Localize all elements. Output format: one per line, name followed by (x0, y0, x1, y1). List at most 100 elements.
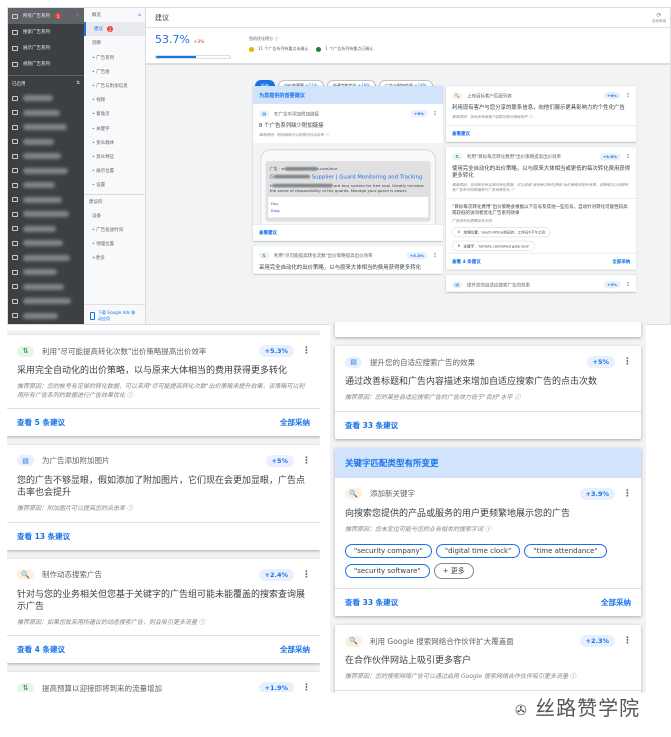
search-campaigns-item[interactable]: 搜索广告系列 (8, 24, 84, 40)
card-title: 提高预算以迎接即将到来的流量增加 (42, 683, 162, 692)
uplift-badge: +5.3% (258, 345, 294, 357)
view-recommendations-link[interactable]: 查看 13 条建议 (17, 531, 70, 542)
blurred-name (23, 196, 62, 203)
more-options-icon[interactable]: ⋮ (623, 357, 632, 367)
apply-all-button[interactable]: 全部采纳 (601, 597, 631, 608)
keyword-chip[interactable]: "time attendance" (524, 544, 607, 559)
campaign-item[interactable] (8, 251, 84, 266)
more-options-icon[interactable]: ⋮ (432, 111, 437, 117)
view-recommendations-link[interactable]: 查看 5 条建议 (17, 417, 65, 428)
sitelink[interactable]: Blog (271, 207, 425, 214)
nav-item[interactable]: • 设置 (84, 178, 145, 192)
nav-item[interactable]: • 受众特征 (84, 150, 145, 164)
display-campaigns-item[interactable]: 展示广告系列 (8, 40, 84, 56)
view-recommendations-link[interactable]: 查看建议 (259, 229, 277, 236)
card-title: 利用"目标每次转化费用"出价策略提高出价效率 (467, 153, 562, 160)
view-recommendations-link[interactable]: 查看 4 条建议 (17, 644, 65, 655)
more-options-icon[interactable]: ⋮ (302, 570, 311, 580)
view-recommendations-link[interactable]: 查看 33 条建议 (345, 597, 398, 608)
more-options-icon[interactable]: ⋮ (623, 489, 632, 499)
campaign-item[interactable] (8, 164, 84, 179)
ad-label: 广告 · w (269, 166, 285, 171)
more-keywords-button[interactable]: + 更多 (433, 563, 474, 580)
campaign-item[interactable] (8, 265, 84, 280)
nav-item[interactable]: • 展示位置 (84, 164, 145, 178)
more-options-icon[interactable]: ⋮ (625, 93, 630, 99)
more-options-icon[interactable]: ⋮ (625, 154, 630, 160)
view-recommendations-link[interactable]: 查看建议 (452, 130, 470, 137)
card-body: 采用完全自动化的出价策略，以与原来大体相当的费用获得更多转化 (17, 366, 288, 376)
nav-item[interactable]: • 受众群体 (84, 136, 145, 150)
recommendation-group: 关键字匹配类型有所变更 🔍 添加新关键字 +3.9% ⋮ 向搜索您提供的产品或服务的用户更… (335, 447, 641, 617)
keyword-chip[interactable]: "security company" (345, 544, 432, 559)
bidding-icon: ⇅ (17, 345, 34, 357)
search-icon (12, 313, 18, 319)
apply-all-button[interactable]: 全部采纳 (612, 258, 630, 265)
more-options-icon[interactable]: ⋮ (625, 282, 630, 288)
card-header: ▤ 提升您的自适应搜索广告的效果 +5% ⋮ (446, 275, 636, 292)
apply-all-button[interactable]: 全部采纳 (280, 417, 310, 428)
nav-item-label: 建议 (94, 27, 103, 33)
sitelink[interactable]: Faq (271, 200, 425, 207)
campaign-item[interactable] (8, 120, 84, 135)
campaign-item[interactable] (8, 149, 84, 164)
uplift-badge: +6% (410, 110, 428, 118)
campaign-item[interactable] (8, 207, 84, 222)
keyword-chip[interactable]: "security software" (345, 564, 430, 579)
apply-all-button[interactable]: 全部采纳 (280, 644, 310, 655)
uplift-badge: +5% (603, 281, 621, 289)
video-campaigns-item[interactable]: 视频广告系列 (8, 56, 84, 72)
top-right-column: 🔍 上传目标客户匹配列表 +6% ⋮ 利用现有客户与您分享的联系信息，向他们展示更具影响… (446, 86, 637, 297)
card-body: 采用完全自动化的出价策略，以与原来大体相当的费用获得更多转化 (259, 264, 422, 271)
nav-item[interactable]: • 视频 (84, 93, 145, 107)
campaign-item[interactable] (8, 178, 84, 193)
nav-item[interactable]: 洞察 (84, 36, 145, 50)
recommendation-card: ▤ 提升您的自适应搜索广告的效果 +5% ⋮ (446, 275, 637, 292)
more-options-icon[interactable]: ⋮ (623, 636, 632, 646)
more-options-icon[interactable]: ⋮ (302, 456, 311, 466)
blurred-name (23, 283, 64, 290)
campaign-item[interactable] (8, 222, 84, 237)
nav-item[interactable]: 概览 ⌂ (84, 8, 145, 22)
campaign-item[interactable] (8, 91, 84, 106)
card-title: 提升您的自适应搜索广告的效果 (370, 357, 475, 367)
nav-item[interactable]: 建议 2 (84, 22, 145, 37)
campaign-item[interactable] (8, 280, 84, 295)
nav-item[interactable]: • 着陆页 (84, 107, 145, 121)
view-recommendations-link[interactable]: 查看 4 条建议 (452, 258, 481, 265)
nav-item[interactable]: • 广告与附加信息 (84, 79, 145, 93)
nav-item-label: • 地理位置 (92, 242, 115, 248)
search-icon (12, 29, 18, 35)
sort-icon[interactable]: ⇅ (76, 81, 80, 86)
campaign-item[interactable] (8, 309, 84, 324)
campaign-item[interactable] (8, 106, 84, 121)
nav-item[interactable]: • 广告投放时间 (84, 223, 145, 237)
ad-title[interactable]: G Supplier | Guard Monitoring and Tracki… (270, 174, 427, 180)
alert-badge: 1 (55, 13, 61, 19)
view-recommendations-link[interactable]: 查看 33 条建议 (345, 420, 398, 431)
page-header: 建议 ⟳ 自动采纳 (146, 8, 670, 28)
more-options-icon[interactable]: ⋮ (302, 346, 311, 356)
all-campaigns-item[interactable]: 所有广告系列 1 ⋮ (8, 8, 84, 24)
more-options-icon[interactable]: ⋮ (302, 683, 311, 692)
nav-item[interactable]: • 关键字 (84, 122, 145, 136)
card-footer: 查看 5 条建议 全部采纳 (7, 407, 320, 436)
nav-item[interactable]: • 广告系列 (84, 51, 145, 65)
campaign-item[interactable] (8, 193, 84, 208)
nav-item[interactable]: • 地理位置 (84, 237, 145, 251)
download-app-link[interactable]: 下载 Google Ads 移动应用 (84, 304, 145, 324)
card-header: ⇅ 提高预算以迎接即将到来的流量增加 +1.9% ⋮ (7, 672, 320, 692)
card-title: 利用 Google 搜索网络合作伙伴扩大覆盖面 (370, 636, 514, 646)
auto-apply-button[interactable]: ⟳ 自动采纳 (652, 12, 666, 24)
home-icon: ⌂ (138, 12, 141, 18)
more-icon[interactable]: ⋮ (76, 14, 81, 19)
nav-more[interactable]: + 更多 (84, 251, 145, 265)
more-options-icon[interactable]: ⋮ (432, 253, 437, 259)
arrow-up-icon: ⬆ (457, 243, 461, 249)
campaign-item[interactable] (8, 294, 84, 309)
campaign-item[interactable] (8, 135, 84, 150)
campaign-item[interactable] (8, 236, 84, 251)
keyword-chip[interactable]: "digital time clock" (435, 544, 521, 559)
nav-item[interactable]: 设备 (84, 209, 145, 223)
nav-item[interactable]: • 广告组 (84, 65, 145, 79)
